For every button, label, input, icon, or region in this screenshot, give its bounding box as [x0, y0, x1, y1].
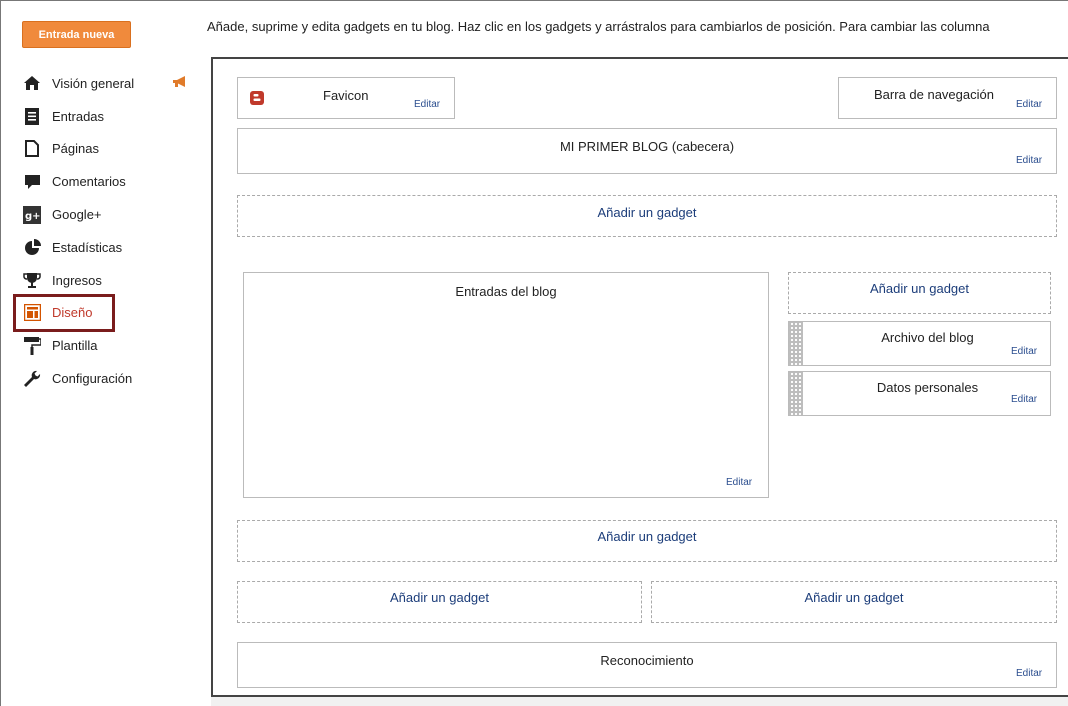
gadget-title: Favicon — [323, 88, 369, 103]
wrench-icon — [22, 369, 42, 389]
gadget-title: Barra de navegación — [874, 87, 994, 102]
sidebar-item-settings[interactable]: Configuración — [22, 362, 194, 395]
sidebar-item-google-plus[interactable]: g+ Google+ — [22, 198, 194, 231]
drag-handle[interactable] — [789, 322, 803, 365]
sidebar-item-label: Comentarios — [52, 174, 126, 190]
pie-chart-icon — [22, 237, 42, 257]
pages-icon — [22, 139, 42, 159]
sidebar-item-earnings[interactable]: Ingresos — [22, 264, 194, 297]
paint-roller-icon — [22, 336, 42, 356]
canvas-shadow — [211, 697, 1068, 706]
sidebar-item-label: Configuración — [52, 371, 133, 387]
sidebar-item-label: Visión general — [52, 75, 135, 91]
add-gadget-footer-left[interactable]: Añadir un gadget — [237, 581, 642, 623]
edit-link[interactable]: Editar — [1016, 155, 1042, 166]
add-gadget-link[interactable]: Añadir un gadget — [789, 281, 1050, 296]
edit-link[interactable]: Editar — [1016, 668, 1042, 679]
edit-link[interactable]: Editar — [1016, 99, 1042, 110]
layout-icon — [22, 303, 42, 323]
gadget-archive[interactable]: Archivo del blog Editar — [788, 321, 1051, 366]
sidebar-item-label: Estadísticas — [52, 239, 123, 255]
new-post-button[interactable]: Entrada nueva — [22, 21, 131, 48]
add-gadget-header-area[interactable]: Añadir un gadget — [237, 195, 1057, 237]
sidebar-item-pages[interactable]: Páginas — [22, 133, 194, 166]
add-gadget-link[interactable]: Añadir un gadget — [238, 590, 641, 605]
gadget-header[interactable]: MI PRIMER BLOG (cabecera) Editar — [237, 128, 1057, 174]
gadget-attribution[interactable]: Reconocimiento Editar — [237, 642, 1057, 688]
sidebar-item-posts[interactable]: Entradas — [22, 100, 194, 133]
comment-icon — [22, 172, 42, 192]
drag-handle[interactable] — [789, 372, 803, 415]
edit-link[interactable]: Editar — [1011, 394, 1037, 405]
gadget-title: Archivo del blog — [881, 330, 974, 345]
sidebar-item-label: Plantilla — [52, 338, 98, 354]
add-gadget-footer-area[interactable]: Añadir un gadget — [237, 520, 1057, 562]
sidebar-item-stats[interactable]: Estadísticas — [22, 231, 194, 264]
gadget-title: MI PRIMER BLOG (cabecera) — [559, 139, 735, 154]
sidebar-item-layout[interactable]: Diseño — [13, 293, 115, 333]
sidebar-item-label: Google+ — [52, 207, 102, 223]
google-plus-icon: g+ — [22, 205, 42, 225]
gadget-blog-posts[interactable]: Entradas del blog Editar — [243, 272, 769, 498]
add-gadget-footer-right[interactable]: Añadir un gadget — [651, 581, 1057, 623]
sidebar: Entrada nueva Visión general Entradas Pá… — [0, 0, 200, 706]
sidebar-item-label: Diseño — [52, 305, 93, 321]
posts-icon — [22, 106, 42, 126]
gadget-favicon[interactable]: Favicon Editar — [237, 77, 455, 119]
svg-text:g+: g+ — [25, 211, 41, 222]
trophy-icon — [22, 270, 42, 290]
sidebar-item-template[interactable]: Plantilla — [22, 329, 194, 362]
sidebar-item-overview[interactable]: Visión general — [22, 67, 194, 100]
edit-link[interactable]: Editar — [414, 99, 440, 110]
add-gadget-link[interactable]: Añadir un gadget — [652, 590, 1056, 605]
sidebar-item-label: Páginas — [52, 141, 99, 157]
gadget-title: Reconocimiento — [600, 653, 694, 668]
megaphone-icon — [172, 76, 188, 91]
sidebar-item-label: Ingresos — [52, 272, 102, 288]
add-gadget-link[interactable]: Añadir un gadget — [238, 529, 1056, 544]
gadget-title: Datos personales — [876, 380, 979, 395]
sidebar-item-comments[interactable]: Comentarios — [22, 165, 194, 198]
edit-link[interactable]: Editar — [726, 477, 752, 488]
gadget-title: Entradas del blog — [455, 284, 557, 299]
sidebar-nav: Visión general Entradas Páginas Comentar… — [13, 67, 194, 395]
sidebar-item-label: Entradas — [52, 108, 105, 124]
gadget-profile[interactable]: Datos personales Editar — [788, 371, 1051, 416]
blogger-icon — [250, 91, 264, 108]
home-icon — [22, 73, 42, 93]
gadget-navbar[interactable]: Barra de navegación Editar — [838, 77, 1057, 119]
layout-description: Añade, suprime y edita gadgets en tu blo… — [207, 19, 990, 34]
add-gadget-link[interactable]: Añadir un gadget — [238, 205, 1056, 220]
edit-link[interactable]: Editar — [1011, 346, 1037, 357]
layout-canvas: Favicon Editar Barra de navegación Edita… — [211, 57, 1068, 697]
add-gadget-sidebar-area[interactable]: Añadir un gadget — [788, 272, 1051, 314]
